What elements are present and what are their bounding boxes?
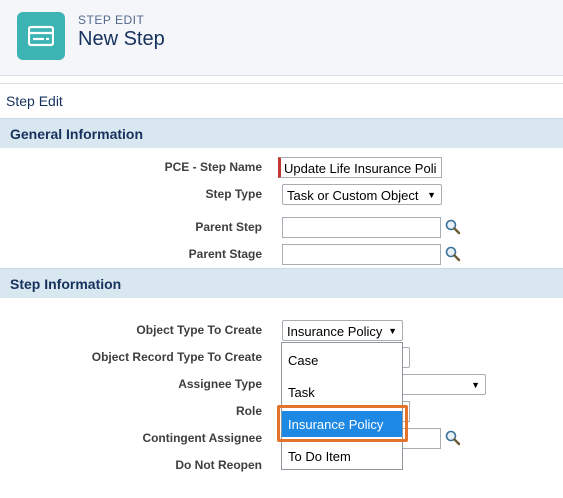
lookup-magnifier-icon[interactable] (445, 219, 461, 235)
step-record-icon (17, 12, 65, 60)
dropdown-option-task[interactable]: Task (282, 379, 402, 405)
lookup-magnifier-icon[interactable] (445, 430, 461, 446)
object-type-value: Insurance Policy (287, 324, 383, 339)
section-title: General Information (10, 126, 144, 142)
chevron-down-icon: ▼ (388, 326, 397, 336)
selection-highlight-box (277, 405, 408, 442)
step-name-value: Update Life Insurance Poli (284, 161, 437, 176)
contingent-assignee-label: Contingent Assignee (142, 431, 262, 445)
lookup-magnifier-icon[interactable] (445, 246, 461, 262)
option-label: Task (288, 385, 315, 400)
header-kicker: STEP EDIT (78, 13, 145, 27)
step-name-input[interactable]: Update Life Insurance Poli (278, 157, 442, 178)
page-header: STEP EDIT New Step (0, 0, 563, 76)
step-name-label: PCE - Step Name (164, 160, 262, 174)
object-record-type-label: Object Record Type To Create (91, 350, 262, 364)
parent-stage-input[interactable] (282, 244, 441, 265)
page-title: New Step (78, 28, 165, 50)
object-type-select[interactable]: Insurance Policy ▼ (282, 320, 403, 341)
step-type-value: Task or Custom Object (287, 188, 419, 203)
parent-step-label: Parent Step (195, 220, 262, 234)
parent-stage-label: Parent Stage (188, 247, 262, 261)
step-type-select[interactable]: Task or Custom Object ▼ (282, 184, 442, 205)
section-step-information: Step Information (0, 268, 563, 298)
assignee-type-label: Assignee Type (178, 377, 262, 391)
form-title: Step Edit (6, 93, 63, 109)
step-type-label: Step Type (205, 187, 262, 201)
section-general-information: General Information (0, 118, 563, 148)
chevron-down-icon: ▼ (427, 190, 436, 200)
parent-step-input[interactable] (282, 217, 441, 238)
dropdown-option-case[interactable]: Case (282, 347, 402, 373)
option-label: Case (288, 353, 319, 368)
section-title: Step Information (10, 276, 122, 292)
object-type-label: Object Type To Create (136, 323, 262, 337)
role-label: Role (235, 404, 262, 418)
chevron-down-icon: ▼ (471, 380, 480, 390)
header-divider (0, 76, 563, 84)
do-not-reopen-label: Do Not Reopen (175, 458, 262, 472)
dropdown-option-to-do-item[interactable]: To Do Item (282, 443, 402, 469)
option-label: To Do Item (288, 449, 351, 464)
